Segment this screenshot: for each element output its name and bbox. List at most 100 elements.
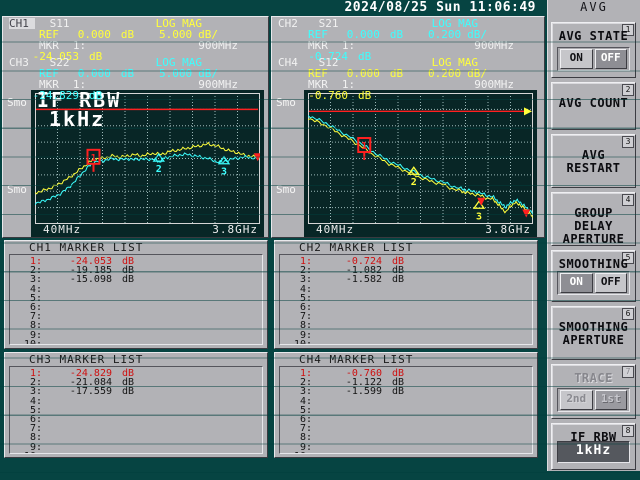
marker-list-row: 3:-1.599dB bbox=[280, 387, 532, 396]
ch2-marker-list-panel: CH2 MARKER LIST 1:-0.724dB2:-1.082dB3:-1… bbox=[274, 240, 538, 349]
marker-list-row: 4: bbox=[10, 397, 262, 406]
marker-list-row: 6: bbox=[10, 415, 262, 424]
softkey-smoothing-aperture[interactable]: 6 SMOOTHING APERTURE bbox=[551, 306, 636, 360]
marker-list: 1:-24.053dB2:-19.185dB3:-15.098dB4:5:6:7… bbox=[9, 254, 263, 345]
marker-list-row: 6: bbox=[280, 415, 532, 424]
svg-text:1: 1 bbox=[90, 153, 96, 164]
softkey-group-delay-aperture[interactable]: 4 GROUP DELAY APERTURE bbox=[551, 192, 636, 246]
marker-list: 1:-0.760dB2:-1.122dB3:-1.599dB4:5:6:7:8:… bbox=[279, 366, 533, 454]
marker-list-row: 7: bbox=[10, 424, 262, 433]
channel-id: CH3 bbox=[9, 57, 35, 68]
softkey-avg-state[interactable]: 1 AVG STATE ON OFF bbox=[551, 22, 636, 78]
svg-text:2: 2 bbox=[411, 177, 417, 188]
marker-list-row: 9: bbox=[10, 331, 262, 340]
softkey-label: APERTURE bbox=[552, 334, 635, 347]
marker-list-row: 9: bbox=[10, 443, 262, 452]
smoothing-toggle: ON OFF bbox=[557, 271, 630, 295]
x-axis-labels: 40MHz 3.8GHz bbox=[31, 224, 264, 236]
marker-list-title: CH1 MARKER LIST bbox=[29, 242, 267, 253]
marker-list-row: 8: bbox=[10, 433, 262, 442]
marker-list-row: 7: bbox=[280, 424, 532, 433]
smoothing-indicator: Smo bbox=[276, 183, 296, 196]
softkey-number: 3 bbox=[622, 136, 634, 148]
marker-list-row: 3:-1.582dB bbox=[280, 275, 532, 284]
softkey-label: SMOOTHING bbox=[552, 258, 635, 271]
softkey-number: 2 bbox=[622, 84, 634, 96]
marker-list-title: CH3 MARKER LIST bbox=[29, 354, 267, 365]
channel-header-ch1: CH1 S11 LOG MAG REF0.000dB5.000dB/ MKR1:… bbox=[7, 18, 266, 62]
trace-1st-option: 1st bbox=[595, 390, 628, 410]
ch1-marker-list-panel: CH1 MARKER LIST 1:-24.053dB2:-19.185dB3:… bbox=[4, 240, 268, 349]
marker-list-row: 9: bbox=[280, 331, 532, 340]
marker-list-row: 8: bbox=[10, 321, 262, 330]
marker-list-row: 9: bbox=[280, 443, 532, 452]
channel-header-ch2: CH2 S21 LOG MAG REF0.000dB0.200dB/ MKR1:… bbox=[276, 18, 542, 62]
smoothing-indicator: Smo bbox=[7, 183, 27, 196]
channel-header-ch4: CH4 S12 LOG MAG REF0.000dB0.200dB/ MKR1:… bbox=[276, 57, 542, 101]
trace-2nd-option: 2nd bbox=[560, 390, 593, 410]
channel-id: CH1 bbox=[9, 18, 35, 29]
svg-text:2: 2 bbox=[156, 164, 162, 175]
marker-list-row: 2:-1.122dB bbox=[280, 378, 532, 387]
panel-ch1-ch3: CH1 S11 LOG MAG REF0.000dB5.000dB/ MKR1:… bbox=[2, 16, 269, 238]
stop-frequency: 3.8GHz bbox=[485, 224, 531, 236]
marker-list-row: 10: bbox=[280, 340, 532, 345]
marker-list-row: 8: bbox=[280, 433, 532, 442]
avg-state-toggle: ON OFF bbox=[557, 47, 630, 71]
x-axis-labels: 40MHz 3.8GHz bbox=[304, 224, 537, 236]
softkey-label: AVG COUNT bbox=[552, 97, 635, 110]
avg-on-option[interactable]: ON bbox=[560, 49, 593, 69]
marker-list-row: 10: bbox=[10, 340, 262, 345]
softkey-menu: AVG 1 AVG STATE ON OFF 2 AVG COUNT 3 AVG… bbox=[547, 0, 640, 471]
marker-list-row: 1:-24.829dB bbox=[10, 369, 262, 378]
menu-title: AVG bbox=[548, 0, 640, 15]
marker-list-row: 6: bbox=[280, 303, 532, 312]
softkey-number: 4 bbox=[622, 194, 634, 206]
marker-list-row: 4: bbox=[280, 285, 532, 294]
panel-ch2-ch4: CH2 S21 LOG MAG REF0.000dB0.200dB/ MKR1:… bbox=[271, 16, 545, 238]
softkey-label: TRACE bbox=[552, 372, 635, 385]
marker-value-row: -0.760dB bbox=[276, 90, 542, 101]
ch4-marker-list-panel: CH4 MARKER LIST 1:-0.760dB2:-1.122dB3:-1… bbox=[274, 352, 538, 458]
softkey-avg-count[interactable]: 2 AVG COUNT bbox=[551, 82, 636, 130]
graph-ch1-ch3: 123 IF RBW 1kHz 40MHz 3.8GHz bbox=[31, 90, 264, 237]
start-frequency: 40MHz bbox=[316, 224, 354, 236]
svg-text:1: 1 bbox=[361, 141, 367, 152]
softkey-avg-restart[interactable]: 3 AVG RESTART bbox=[551, 134, 636, 188]
marker-value-row: -24.829dB bbox=[7, 90, 266, 101]
marker-list-row: 1:-24.053dB bbox=[10, 257, 262, 266]
marker-list-row: 6: bbox=[10, 303, 262, 312]
ch3-marker-list-panel: CH3 MARKER LIST 1:-24.829dB2:-21.084dB3:… bbox=[4, 352, 268, 458]
avg-off-option[interactable]: OFF bbox=[595, 49, 628, 69]
marker-list: 1:-0.724dB2:-1.082dB3:-1.582dB4:5:6:7:8:… bbox=[279, 254, 533, 345]
marker-list-row: 2:-19.185dB bbox=[10, 266, 262, 275]
marker-list-row: 4: bbox=[280, 397, 532, 406]
marker-list-row: 8: bbox=[280, 321, 532, 330]
softkey-if-rbw[interactable]: 8 IF RBW 1kHz bbox=[551, 423, 636, 470]
marker-list-row: 1:-0.724dB bbox=[280, 257, 532, 266]
softkey-label: AVG STATE bbox=[552, 30, 635, 43]
marker-list-row: 5: bbox=[280, 294, 532, 303]
softkey-label: GROUP DELAY bbox=[552, 207, 635, 233]
marker-list-row: 5: bbox=[10, 406, 262, 415]
softkey-label: APERTURE bbox=[552, 233, 635, 246]
channel-header-ch3: CH3 S22 LOG MAG REF0.000dB5.000dB/ MKR1:… bbox=[7, 57, 266, 101]
marker-list-row: 3:-15.098dB bbox=[10, 275, 262, 284]
trace-toggle: 2nd 1st bbox=[557, 388, 630, 412]
marker-list-row: 2:-21.084dB bbox=[10, 378, 262, 387]
smoothing-on-option[interactable]: ON bbox=[560, 273, 593, 293]
marker-list-title: CH2 MARKER LIST bbox=[299, 242, 537, 253]
stop-frequency: 3.8GHz bbox=[212, 224, 258, 236]
start-frequency: 40MHz bbox=[43, 224, 81, 236]
softkey-smoothing[interactable]: 5 SMOOTHING ON OFF bbox=[551, 250, 636, 302]
svg-text:3: 3 bbox=[221, 167, 227, 178]
if-rbw-value: 1kHz bbox=[557, 441, 630, 463]
marker-list-row: 5: bbox=[280, 406, 532, 415]
marker-list-row: 1:-0.760dB bbox=[280, 369, 532, 378]
marker-list-row: 5: bbox=[10, 294, 262, 303]
smoothing-off-option[interactable]: OFF bbox=[595, 273, 628, 293]
channel-id: CH2 bbox=[278, 18, 304, 29]
vna-screen: 2024/08/25 Sun 11:06:49 CH1 S11 LOG MAG … bbox=[0, 0, 640, 480]
marker-list-row: 10: bbox=[10, 452, 262, 454]
marker-list-row: 2:-1.082dB bbox=[280, 266, 532, 275]
